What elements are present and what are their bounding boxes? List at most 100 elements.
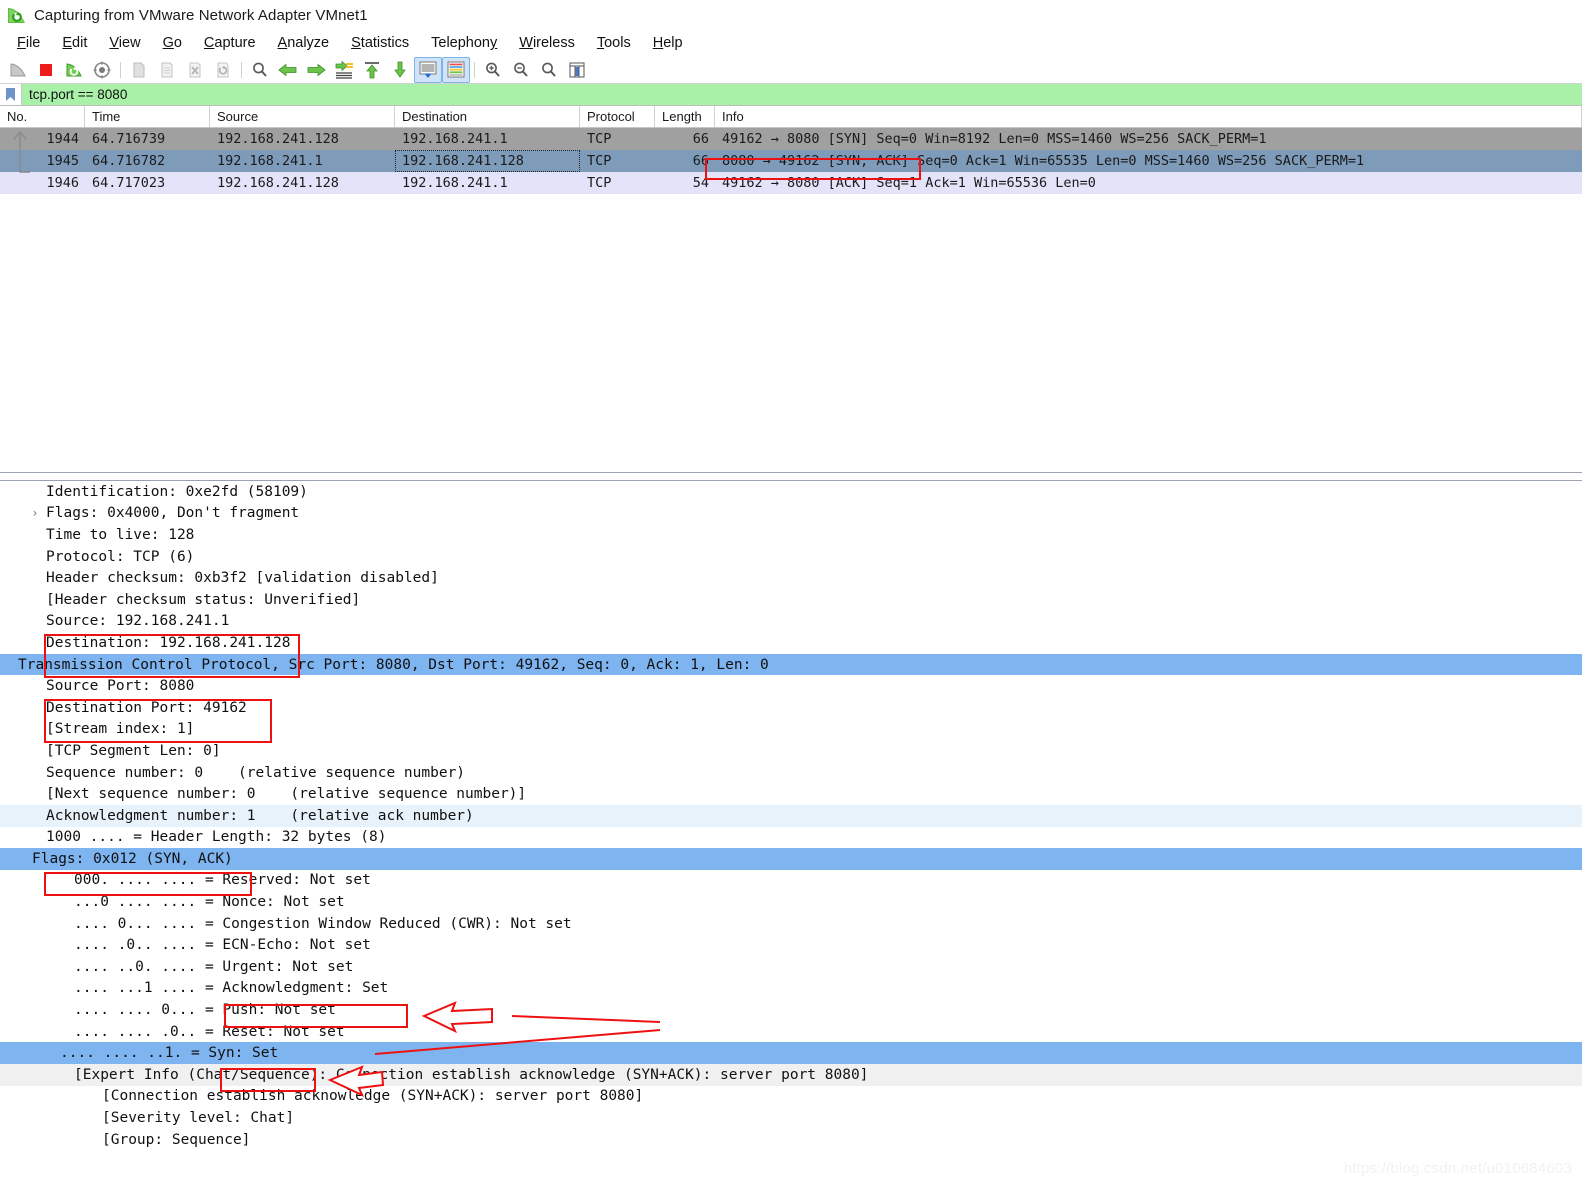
- tree-row-label: .... .0.. .... = ECN-Echo: Not set: [74, 937, 371, 953]
- auto-scroll-icon[interactable]: [414, 57, 442, 83]
- menu-item-statistics[interactable]: Statistics: [340, 33, 420, 53]
- go-forward-icon[interactable]: [302, 57, 330, 83]
- menu-item-wireless[interactable]: Wireless: [508, 33, 586, 53]
- bookmark-icon[interactable]: [0, 84, 22, 105]
- tree-row-label: Flags: 0x4000, Don't fragment: [46, 505, 299, 521]
- menu-item-go[interactable]: Go: [152, 33, 193, 53]
- column-header-protocol[interactable]: Protocol: [580, 106, 655, 127]
- column-header-info[interactable]: Info: [715, 106, 1582, 127]
- zoom-in-icon[interactable]: [479, 57, 507, 83]
- tree-row[interactable]: [Next sequence number: 0 (relative seque…: [0, 783, 1582, 805]
- column-header-no[interactable]: No.: [0, 106, 85, 127]
- tree-row[interactable]: Destination Port: 49162: [0, 697, 1582, 719]
- tree-row[interactable]: ⱟ .... .... ..1. = Syn: Set: [0, 1042, 1582, 1064]
- tree-row[interactable]: [Stream index: 1]: [0, 719, 1582, 741]
- menu-item-capture[interactable]: Capture: [193, 33, 267, 53]
- column-header-time[interactable]: Time: [85, 106, 210, 127]
- chevron-down-icon[interactable]: ⱟ: [56, 1067, 70, 1082]
- restart-capture-icon[interactable]: [60, 57, 88, 83]
- zoom-out-icon[interactable]: [507, 57, 535, 83]
- find-packet-icon[interactable]: [246, 57, 274, 83]
- menu-item-telephony[interactable]: Telephony: [420, 33, 508, 53]
- table-row[interactable]: 1944 64.716739 192.168.241.128 192.168.2…: [0, 128, 1582, 150]
- menu-item-edit[interactable]: Edit: [51, 33, 98, 53]
- pane-splitter[interactable]: [0, 473, 1582, 481]
- tree-row[interactable]: [Connection establish acknowledge (SYN+A…: [0, 1086, 1582, 1108]
- tree-row[interactable]: [Group: Sequence]: [0, 1129, 1582, 1151]
- tree-row-label: 000. .... .... = Reserved: Not set: [74, 872, 371, 888]
- menu-item-tools[interactable]: Tools: [586, 33, 642, 53]
- tree-row[interactable]: ⱟ [Expert Info (Chat/Sequence): Connectio…: [0, 1064, 1582, 1086]
- save-file-icon[interactable]: [153, 57, 181, 83]
- chevron-down-icon[interactable]: ⱟ: [42, 1046, 56, 1061]
- tree-row-label: Destination Port: 49162: [46, 700, 247, 716]
- table-row[interactable]: 1946 64.717023 192.168.241.128 192.168.2…: [0, 172, 1582, 194]
- tree-row-label: [Group: Sequence]: [102, 1132, 250, 1148]
- tree-row-label: [Severity level: Chat]: [102, 1110, 294, 1126]
- tree-row[interactable]: [Header checksum status: Unverified]: [0, 589, 1582, 611]
- table-row[interactable]: 1945 64.716782 192.168.241.1 192.168.241…: [0, 150, 1582, 172]
- tree-row[interactable]: Source Port: 8080: [0, 675, 1582, 697]
- tree-row[interactable]: Time to live: 128: [0, 524, 1582, 546]
- capture-options-icon[interactable]: [88, 57, 116, 83]
- tree-row[interactable]: Header checksum: 0xb3f2 [validation disa…: [0, 567, 1582, 589]
- go-to-packet-icon[interactable]: [330, 57, 358, 83]
- column-header-destination[interactable]: Destination: [395, 106, 580, 127]
- stop-capture-icon[interactable]: [32, 57, 60, 83]
- tree-row[interactable]: Sequence number: 0 (relative sequence nu…: [0, 762, 1582, 784]
- column-header-length[interactable]: Length: [655, 106, 715, 127]
- go-back-icon[interactable]: [274, 57, 302, 83]
- close-file-icon[interactable]: [181, 57, 209, 83]
- protocol-tree[interactable]: Identification: 0xe2fd (58109) › Flags: 0x…: [0, 481, 1582, 1150]
- main-toolbar: [0, 56, 1582, 84]
- tree-row[interactable]: Identification: 0xe2fd (58109): [0, 481, 1582, 503]
- tree-row[interactable]: .... .... .0.. = Reset: Not set: [0, 1021, 1582, 1043]
- menu-item-help[interactable]: Help: [642, 33, 694, 53]
- resize-columns-icon[interactable]: [563, 57, 591, 83]
- display-filter-input[interactable]: tcp.port == 8080: [22, 84, 1582, 105]
- tree-row[interactable]: .... ..0. .... = Urgent: Not set: [0, 956, 1582, 978]
- tree-row[interactable]: ⱟ Flags: 0x012 (SYN, ACK): [0, 848, 1582, 870]
- tree-row[interactable]: ...0 .... .... = Nonce: Not set: [0, 891, 1582, 913]
- tree-row[interactable]: .... .... 0... = Push: Not set: [0, 999, 1582, 1021]
- cell-source: 192.168.241.128: [210, 175, 395, 191]
- tree-row[interactable]: 000. .... .... = Reserved: Not set: [0, 870, 1582, 892]
- chevron-down-icon[interactable]: ⱟ: [0, 657, 14, 672]
- menu-item-view[interactable]: View: [98, 33, 151, 53]
- go-to-first-packet-icon[interactable]: [358, 57, 386, 83]
- chevron-down-icon[interactable]: ⱟ: [14, 851, 28, 866]
- tree-row[interactable]: .... .0.. .... = ECN-Echo: Not set: [0, 934, 1582, 956]
- tree-row[interactable]: › Flags: 0x4000, Don't fragment: [0, 503, 1582, 525]
- menu-item-analyze[interactable]: Analyze: [267, 33, 341, 53]
- cell-protocol: TCP: [580, 131, 655, 147]
- zoom-reset-icon[interactable]: [535, 57, 563, 83]
- conversation-tree-glyph: [0, 128, 40, 198]
- tree-row[interactable]: Acknowledgment number: 1 (relative ack n…: [0, 805, 1582, 827]
- tree-row[interactable]: .... ...1 .... = Acknowledgment: Set: [0, 978, 1582, 1000]
- tree-row[interactable]: ⱟ Transmission Control Protocol, Src Port…: [0, 654, 1582, 676]
- tree-row-label: .... .... ..1. = Syn: Set: [60, 1045, 278, 1061]
- open-file-icon[interactable]: [125, 57, 153, 83]
- column-header-source[interactable]: Source: [210, 106, 395, 127]
- menu-item-file[interactable]: File: [6, 33, 51, 53]
- packet-detail-pane[interactable]: Identification: 0xe2fd (58109) › Flags: 0x…: [0, 481, 1582, 1171]
- tree-row-label: [TCP Segment Len: 0]: [46, 743, 221, 759]
- cell-protocol: TCP: [580, 153, 655, 169]
- tree-row[interactable]: Source: 192.168.241.1: [0, 611, 1582, 633]
- go-to-last-packet-icon[interactable]: [386, 57, 414, 83]
- reload-file-icon[interactable]: [209, 57, 237, 83]
- cell-time: 64.716782: [85, 153, 210, 169]
- colorize-packets-icon[interactable]: [442, 57, 470, 83]
- tree-row[interactable]: [Severity level: Chat]: [0, 1107, 1582, 1129]
- cell-info: 8080 → 49162 [SYN, ACK] Seq=0 Ack=1 Win=…: [715, 153, 1582, 169]
- tree-row[interactable]: [TCP Segment Len: 0]: [0, 740, 1582, 762]
- tree-row[interactable]: 1000 .... = Header Length: 32 bytes (8): [0, 827, 1582, 849]
- start-capture-icon[interactable]: [4, 57, 32, 83]
- tree-row[interactable]: Protocol: TCP (6): [0, 546, 1582, 568]
- tree-row[interactable]: Destination: 192.168.241.128: [0, 632, 1582, 654]
- cell-time: 64.717023: [85, 175, 210, 191]
- tree-row[interactable]: .... 0... .... = Congestion Window Reduc…: [0, 913, 1582, 935]
- packet-list-pane[interactable]: No. Time Source Destination Protocol Len…: [0, 106, 1582, 473]
- tree-row-label: .... ..0. .... = Urgent: Not set: [74, 959, 353, 975]
- chevron-right-icon[interactable]: ›: [28, 506, 42, 520]
